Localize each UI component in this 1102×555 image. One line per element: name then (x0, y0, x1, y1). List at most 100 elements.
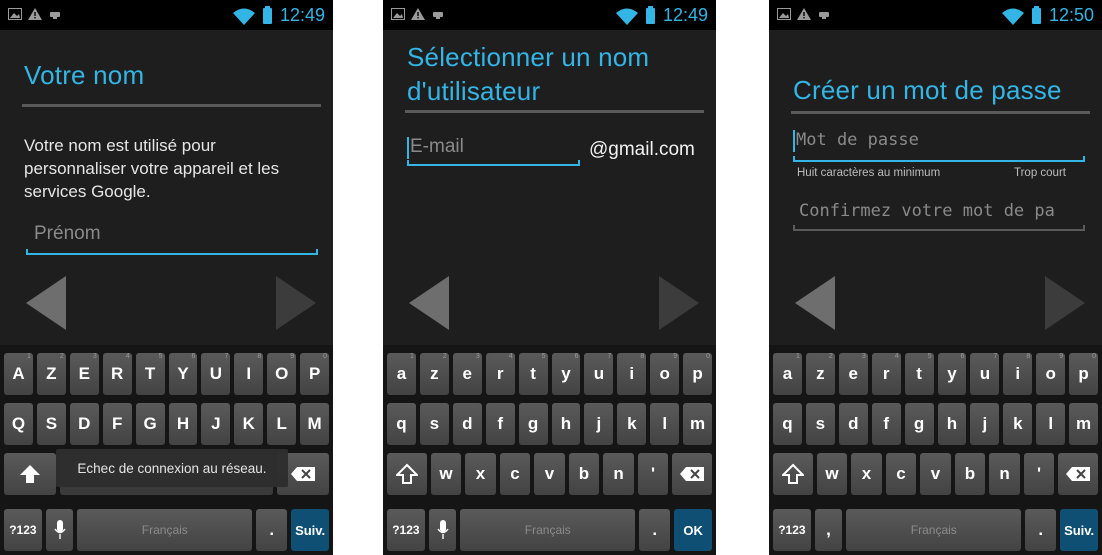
key-x[interactable]: x (465, 453, 496, 495)
key-h[interactable]: h (551, 403, 581, 445)
key-u[interactable]: 7u (584, 353, 614, 395)
key-j[interactable]: j (970, 403, 1000, 445)
key-n[interactable]: n (989, 453, 1020, 495)
key-a[interactable]: 1A (4, 353, 33, 395)
key-k[interactable]: K (234, 403, 264, 445)
key-r[interactable]: 4r (871, 353, 901, 395)
period-key[interactable]: . (639, 509, 671, 551)
key-q[interactable]: q (387, 403, 416, 445)
back-arrow-icon[interactable] (26, 276, 66, 330)
key-i[interactable]: 8i (617, 353, 647, 395)
key-u[interactable]: 7U (201, 353, 231, 395)
key-t[interactable]: 5T (135, 353, 165, 395)
email-field[interactable]: E-mail (407, 136, 580, 166)
key-m[interactable]: M (300, 403, 330, 445)
key-r[interactable]: 4R (102, 353, 132, 395)
key-j[interactable]: j (584, 403, 614, 445)
comma-key[interactable]: , (814, 509, 843, 551)
key-y[interactable]: 6y (551, 353, 581, 395)
voice-input-key[interactable] (45, 509, 74, 551)
key-m[interactable]: m (683, 403, 713, 445)
key-h[interactable]: h (937, 403, 967, 445)
key-e[interactable]: 3e (452, 353, 482, 395)
key-p[interactable]: 0p (1069, 353, 1099, 395)
key-q[interactable]: q (773, 403, 802, 445)
voice-input-key[interactable] (428, 509, 457, 551)
key-z[interactable]: 2z (419, 353, 449, 395)
key-p[interactable]: 0p (683, 353, 713, 395)
key-f[interactable]: f (485, 403, 515, 445)
period-key[interactable]: . (256, 509, 288, 551)
symbols-key[interactable]: ?123 (387, 509, 425, 551)
key-c[interactable]: c (885, 453, 917, 495)
key-d[interactable]: d (452, 403, 482, 445)
next-key[interactable]: Suiv. (1060, 509, 1098, 551)
key-a[interactable]: 1a (773, 353, 802, 395)
key-f[interactable]: f (871, 403, 901, 445)
key-l[interactable]: l (1036, 403, 1066, 445)
key-x[interactable]: x (851, 453, 882, 495)
next-arrow-icon[interactable] (276, 276, 316, 330)
key-w[interactable]: w (430, 453, 462, 495)
symbols-key[interactable]: ?123 (773, 509, 811, 551)
key-g[interactable]: g (904, 403, 934, 445)
key-b[interactable]: b (568, 453, 600, 495)
next-arrow-icon[interactable] (659, 276, 699, 330)
key-o[interactable]: 9O (267, 353, 297, 395)
key-apostrophe[interactable]: ' (637, 453, 669, 495)
password-field[interactable]: Mot de passe (793, 130, 1085, 162)
backspace-key[interactable] (672, 453, 712, 495)
key-l[interactable]: l (650, 403, 680, 445)
key-f[interactable]: F (102, 403, 132, 445)
key-y[interactable]: 6Y (168, 353, 198, 395)
key-s[interactable]: s (805, 403, 835, 445)
key-d[interactable]: D (69, 403, 99, 445)
key-c[interactable]: c (499, 453, 531, 495)
space-key[interactable]: Français (846, 509, 1022, 551)
key-t[interactable]: 5t (518, 353, 548, 395)
key-v[interactable]: v (534, 453, 565, 495)
key-e[interactable]: 3E (69, 353, 99, 395)
key-t[interactable]: 5t (904, 353, 934, 395)
key-k[interactable]: k (1003, 403, 1033, 445)
back-arrow-icon[interactable] (409, 276, 449, 330)
key-m[interactable]: m (1069, 403, 1099, 445)
period-key[interactable]: . (1025, 509, 1057, 551)
key-g[interactable]: g (518, 403, 548, 445)
key-n[interactable]: n (603, 453, 634, 495)
key-b[interactable]: b (954, 453, 986, 495)
ok-key[interactable]: OK (674, 509, 712, 551)
key-w[interactable]: w (816, 453, 848, 495)
key-h[interactable]: H (168, 403, 198, 445)
key-z[interactable]: 2z (805, 353, 835, 395)
confirm-password-field[interactable]: Confirmez votre mot de pa (793, 201, 1085, 231)
key-e[interactable]: 3e (838, 353, 868, 395)
key-i[interactable]: 8i (1003, 353, 1033, 395)
key-q[interactable]: Q (4, 403, 33, 445)
key-z[interactable]: 2Z (36, 353, 66, 395)
symbols-key[interactable]: ?123 (4, 509, 42, 551)
key-g[interactable]: G (135, 403, 165, 445)
backspace-key[interactable] (1058, 453, 1098, 495)
key-r[interactable]: 4r (485, 353, 515, 395)
shift-key[interactable] (4, 453, 56, 495)
shift-key[interactable] (387, 453, 427, 495)
key-o[interactable]: 9o (650, 353, 680, 395)
key-s[interactable]: s (419, 403, 449, 445)
key-o[interactable]: 9o (1036, 353, 1066, 395)
key-j[interactable]: J (201, 403, 231, 445)
key-d[interactable]: d (838, 403, 868, 445)
key-l[interactable]: L (267, 403, 297, 445)
key-s[interactable]: S (36, 403, 66, 445)
key-v[interactable]: v (920, 453, 951, 495)
shift-key[interactable] (773, 453, 813, 495)
key-a[interactable]: 1a (387, 353, 416, 395)
next-key[interactable]: Suiv. (291, 509, 329, 551)
back-arrow-icon[interactable] (795, 276, 835, 330)
key-i[interactable]: 8I (234, 353, 264, 395)
space-key[interactable]: Français (460, 509, 636, 551)
key-k[interactable]: k (617, 403, 647, 445)
key-p[interactable]: 0P (300, 353, 330, 395)
key-y[interactable]: 6y (937, 353, 967, 395)
key-apostrophe[interactable]: ' (1023, 453, 1055, 495)
